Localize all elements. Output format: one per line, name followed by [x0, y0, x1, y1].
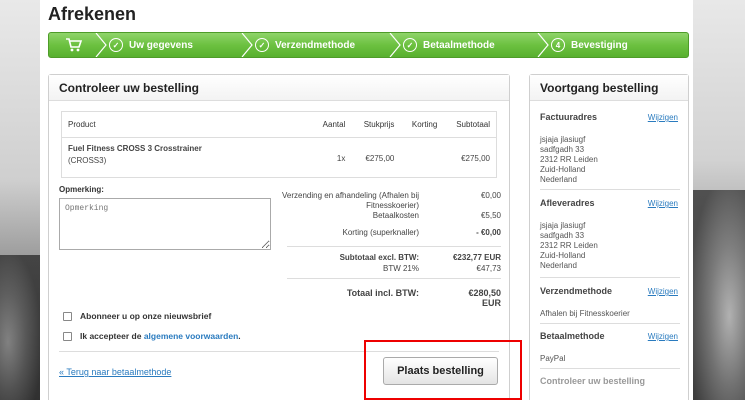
- divider: [287, 278, 501, 279]
- divider: [540, 189, 680, 190]
- step-number-icon: 4: [551, 38, 565, 52]
- address-line: sadfgadh 33: [540, 145, 585, 154]
- step-verzendmethode[interactable]: ✓ Verzendmethode: [255, 33, 355, 57]
- divider: [287, 246, 501, 247]
- pay-method-value: PayPal: [540, 354, 566, 363]
- address-line: jsjaja jlasiugf: [540, 221, 586, 230]
- check-icon: ✓: [109, 38, 123, 52]
- back-to-payment-link[interactable]: « Terug naar betaalmethode: [59, 367, 171, 377]
- divider: [540, 368, 680, 369]
- background-left-image: [0, 0, 40, 400]
- change-invoice-link[interactable]: Wijzigen: [648, 113, 678, 122]
- address-line: Zuid-Holland: [540, 165, 586, 174]
- newsletter-label: Abonneer u op onze nieuwsbrief: [80, 311, 212, 321]
- qty-cell: 1x: [336, 154, 346, 163]
- btw-label: BTW 21%: [382, 264, 419, 273]
- current-step-label: Controleer uw bestelling: [540, 376, 646, 386]
- price-cell: €275,00: [365, 154, 395, 163]
- pay-method-title: Betaalmethode: [540, 331, 605, 341]
- cart-icon: [66, 38, 83, 52]
- change-ship-method-link[interactable]: Wijzigen: [648, 287, 678, 296]
- change-pay-method-link[interactable]: Wijzigen: [648, 332, 678, 341]
- divider: [540, 323, 680, 324]
- invoice-address: jsjaja jlasiugf sadfgadh 33 2312 RR Leid…: [540, 135, 598, 185]
- step-uw-gegevens[interactable]: ✓ Uw gegevens: [109, 33, 193, 57]
- product-sku: (CROSS3): [68, 156, 107, 165]
- invoice-address-title: Factuuradres: [540, 112, 598, 122]
- sub-excl-value: €232,77 EUR: [452, 253, 501, 262]
- delivery-address: jsjaja jlasiugf sadfgadh 33 2312 RR Leid…: [540, 221, 598, 271]
- step-separator-icon: [537, 33, 549, 57]
- total-label: Totaal incl. BTW:: [346, 288, 419, 298]
- total-value: €280,50: [468, 288, 501, 298]
- sub-excl-label: Subtotaal excl. BTW:: [339, 253, 419, 262]
- check-icon: ✓: [255, 38, 269, 52]
- discount-value: - €0,00: [476, 228, 501, 237]
- shipping-label: Verzending en afhandeling (Afhalen bij F…: [282, 191, 419, 210]
- address-line: Nederland: [540, 261, 577, 270]
- address-line: jsjaja jlasiugf: [540, 135, 586, 144]
- step-label: Bevestiging: [571, 39, 628, 51]
- table-row: Fuel Fitness CROSS 3 Crosstrainer (CROSS…: [62, 138, 497, 178]
- address-line: Zuid-Holland: [540, 251, 586, 260]
- paycost-value: €5,50: [480, 211, 501, 220]
- discount-cell: [400, 138, 443, 178]
- product-table: Product Aantal Stukprijs Korting Subtota…: [61, 111, 497, 178]
- step-betaalmethode[interactable]: ✓ Betaalmethode: [403, 33, 495, 57]
- step-separator-icon: [95, 33, 107, 57]
- remark-textarea[interactable]: [59, 198, 271, 250]
- col-price: Stukprijs: [351, 111, 401, 138]
- address-line: Nederland: [540, 175, 577, 184]
- step-label: Verzendmethode: [275, 39, 356, 51]
- btw-value: €47,73: [476, 264, 501, 273]
- terms-suffix: .: [238, 331, 241, 341]
- step-label: Uw gegevens: [129, 39, 193, 51]
- delivery-address-title: Afleveradres: [540, 198, 595, 208]
- terms-link[interactable]: algemene voorwaarden: [144, 331, 238, 341]
- checkout-page: Afrekenen ✓ Uw gegevens ✓ Verzendmethode…: [40, 0, 693, 400]
- col-qty: Aantal: [311, 111, 352, 138]
- terms-prefix: Ik accepteer de: [80, 331, 142, 341]
- ship-method-title: Verzendmethode: [540, 286, 613, 296]
- newsletter-checkbox[interactable]: [63, 311, 72, 321]
- page-title: Afrekenen: [48, 4, 137, 24]
- product-name: Fuel Fitness CROSS 3 Crosstrainer: [68, 144, 202, 153]
- discount-label: Korting (superknaller): [342, 228, 419, 237]
- table-header-row: Product Aantal Stukprijs Korting Subtota…: [61, 111, 497, 138]
- terms-option[interactable]: Ik accepteer de algemene voorwaarden.: [63, 331, 241, 341]
- address-line: sadfgadh 33: [540, 231, 585, 240]
- col-discount: Korting: [400, 111, 444, 138]
- ship-method-value: Afhalen bij Fitnesskoerier: [540, 309, 630, 318]
- terms-checkbox[interactable]: [63, 331, 72, 341]
- panel-heading: Voortgang bestelling: [530, 75, 688, 101]
- product-cell: Fuel Fitness CROSS 3 Crosstrainer (CROSS…: [62, 138, 312, 178]
- address-line: 2312 RR Leiden: [540, 241, 598, 250]
- col-product: Product: [61, 111, 312, 138]
- remark-label: Opmerking:: [59, 185, 104, 194]
- subtotal-cell: €275,00: [461, 154, 490, 163]
- step-label: Betaalmethode: [423, 39, 495, 51]
- change-delivery-link[interactable]: Wijzigen: [648, 199, 678, 208]
- paycost-label: Betaalkosten: [372, 211, 419, 220]
- step-bevestiging: 4 Bevestiging: [551, 33, 628, 57]
- address-line: 2312 RR Leiden: [540, 155, 598, 164]
- checkout-steps-bar: ✓ Uw gegevens ✓ Verzendmethode ✓ Betaalm…: [48, 32, 689, 58]
- check-icon: ✓: [403, 38, 417, 52]
- panel-heading: Controleer uw bestelling: [49, 75, 509, 101]
- order-progress-panel: Voortgang bestelling Factuuradres Wijzig…: [529, 74, 689, 400]
- col-subtotal: Subtotaal: [443, 111, 497, 138]
- highlight-box: [364, 340, 522, 400]
- shipping-value: €0,00: [480, 191, 501, 200]
- divider: [540, 277, 680, 278]
- step-separator-icon: [389, 33, 401, 57]
- newsletter-option[interactable]: Abonneer u op onze nieuwsbrief: [63, 311, 211, 321]
- total-currency: EUR: [481, 298, 501, 308]
- step-separator-icon: [241, 33, 253, 57]
- background-right-image: [693, 0, 745, 400]
